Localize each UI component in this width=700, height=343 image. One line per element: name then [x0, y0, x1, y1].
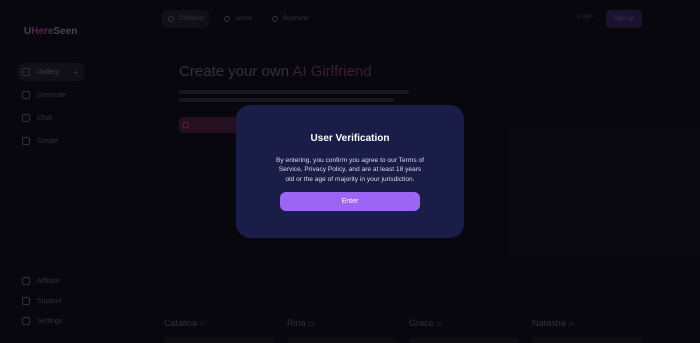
modal-title: User Verification — [310, 133, 390, 144]
page: UHereSeen Gallery + Generate Chat Create — [0, 0, 700, 343]
enter-button[interactable]: Enter — [280, 192, 420, 211]
verification-modal: User Verification By entering, you confi… — [236, 105, 464, 238]
modal-body: By entering, you confirm you agree to ou… — [276, 157, 424, 183]
